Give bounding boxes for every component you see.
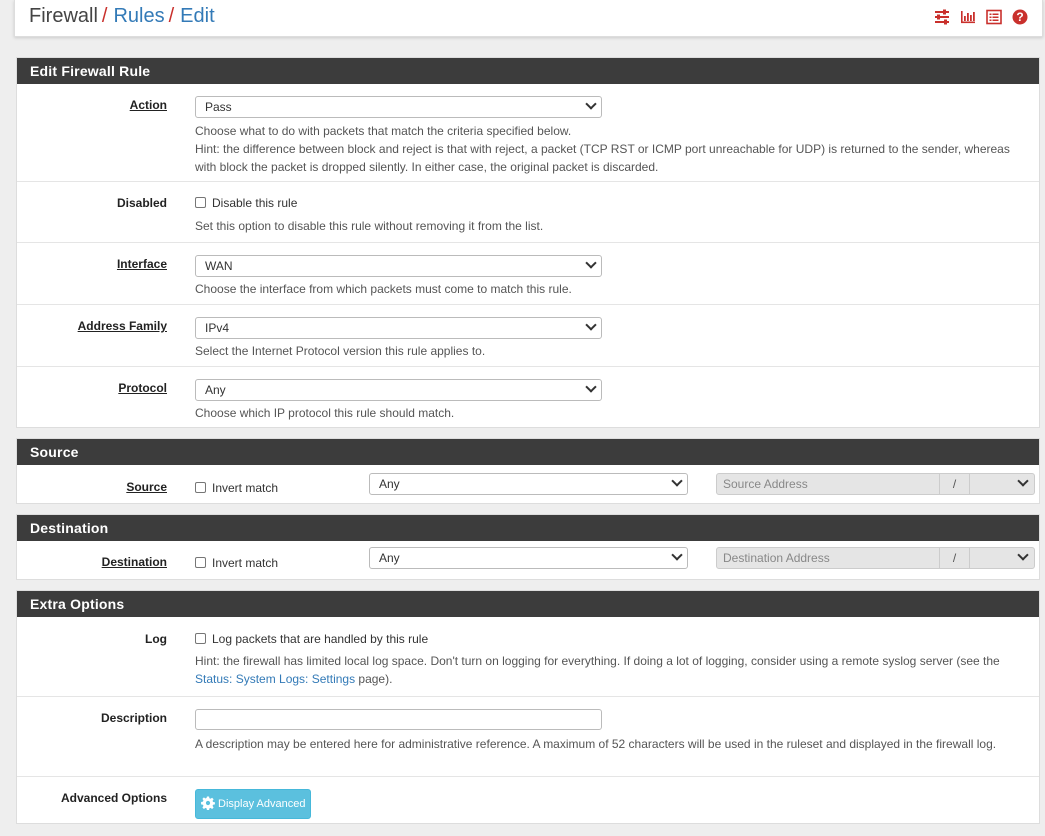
destination-invert-checkbox[interactable] bbox=[195, 557, 206, 569]
protocol-select-value: Any bbox=[205, 383, 226, 397]
breadcrumb-separator: / bbox=[168, 5, 175, 27]
source-type-select[interactable]: Any bbox=[369, 473, 688, 495]
action-label: Action bbox=[129, 98, 167, 112]
destination-mask-select[interactable] bbox=[969, 547, 1035, 569]
gear-icon bbox=[201, 795, 215, 813]
disabled-help: Set this option to disable this rule wit… bbox=[195, 219, 544, 233]
panel-heading: Source bbox=[17, 439, 1039, 465]
destination-slash: / bbox=[940, 547, 969, 569]
address-family-select[interactable]: IPv4 bbox=[195, 317, 602, 339]
interface-row: Interface WAN Choose the interface from … bbox=[17, 243, 1039, 305]
interface-select-value: WAN bbox=[205, 259, 233, 273]
interface-select[interactable]: WAN bbox=[195, 255, 602, 277]
chevron-down-icon bbox=[585, 98, 597, 110]
destination-row: Destination Invert match Any Destination… bbox=[17, 541, 1039, 579]
source-invert-checkbox[interactable] bbox=[195, 482, 206, 494]
source-panel: Source Source Invert match Any Source Ad… bbox=[16, 438, 1040, 504]
extra-options-panel: Extra Options Log Log packets that are h… bbox=[16, 590, 1040, 824]
log-row: Log Log packets that are handled by this… bbox=[17, 617, 1039, 697]
address-family-row: Address Family IPv4 Select the Internet … bbox=[17, 305, 1039, 367]
source-mask-select[interactable] bbox=[969, 473, 1035, 495]
disabled-checkbox-group: Disable this rule bbox=[195, 195, 297, 210]
list-icon[interactable] bbox=[986, 9, 1002, 25]
chevron-down-icon bbox=[1017, 549, 1029, 561]
action-help-text: Choose what to do with packets that matc… bbox=[195, 124, 572, 138]
chevron-down-icon bbox=[1017, 475, 1029, 487]
log-checkbox-group: Log packets that are handled by this rul… bbox=[195, 631, 428, 646]
breadcrumb-rules-link[interactable]: Rules bbox=[113, 5, 164, 27]
display-advanced-button[interactable]: Display Advanced bbox=[195, 789, 312, 819]
action-row: Action Pass Choose what to do with packe… bbox=[17, 84, 1039, 182]
description-help: A description may be entered here for ad… bbox=[195, 737, 997, 751]
disabled-checkbox[interactable] bbox=[195, 197, 206, 209]
source-address-input[interactable]: Source Address bbox=[716, 473, 940, 495]
action-select[interactable]: Pass bbox=[195, 96, 602, 118]
description-row: Description A description may be entered… bbox=[17, 697, 1039, 777]
chevron-down-icon bbox=[671, 475, 683, 487]
log-label: Log bbox=[145, 632, 167, 646]
system-logs-settings-link[interactable]: Status: System Logs: Settings bbox=[195, 672, 355, 686]
breadcrumb-firewall: Firewall bbox=[29, 5, 98, 27]
chevron-down-icon bbox=[585, 381, 597, 393]
chevron-down-icon bbox=[585, 257, 597, 269]
breadcrumb-bar: Firewall / Rules / Edit ? bbox=[14, 0, 1043, 37]
breadcrumb-edit-link[interactable]: Edit bbox=[180, 5, 214, 27]
advanced-label: Advanced Options bbox=[60, 791, 167, 805]
advanced-row: Advanced Options Display Advanced bbox=[17, 777, 1039, 824]
destination-type-value: Any bbox=[379, 551, 400, 565]
description-label: Description bbox=[100, 711, 167, 725]
destination-panel: Destination Destination Invert match Any… bbox=[16, 514, 1040, 580]
disabled-row: Disabled Disable this rule Set this opti… bbox=[17, 182, 1039, 243]
protocol-help: Choose which IP protocol this rule shoul… bbox=[195, 406, 455, 420]
log-checkbox-label[interactable]: Log packets that are handled by this rul… bbox=[212, 632, 428, 646]
destination-address-input[interactable]: Destination Address bbox=[716, 547, 940, 569]
breadcrumb-separator: / bbox=[101, 5, 108, 27]
bar-chart-icon[interactable] bbox=[960, 9, 976, 25]
interface-label: Interface bbox=[116, 257, 167, 271]
log-help-prefix: Hint: the firewall has limited local log… bbox=[195, 654, 1000, 668]
protocol-select[interactable]: Any bbox=[195, 379, 602, 401]
panel-heading: Edit Firewall Rule bbox=[17, 58, 1039, 84]
help-icon[interactable]: ? bbox=[1012, 9, 1028, 25]
action-help: Choose what to do with packets that matc… bbox=[195, 122, 1025, 176]
breadcrumb: Firewall / Rules / Edit bbox=[29, 5, 215, 28]
source-invert-group: Invert match bbox=[195, 480, 278, 495]
action-hint-text: Hint: the difference between block and r… bbox=[195, 142, 1010, 174]
log-help-suffix: page). bbox=[355, 672, 393, 686]
top-icons: ? bbox=[934, 9, 1028, 25]
log-checkbox[interactable] bbox=[195, 633, 206, 645]
log-help: Hint: the firewall has limited local log… bbox=[195, 652, 1025, 688]
protocol-row: Protocol Any Choose which IP protocol th… bbox=[17, 367, 1039, 428]
source-type-value: Any bbox=[379, 477, 400, 491]
address-family-help: Select the Internet Protocol version thi… bbox=[195, 344, 486, 358]
svg-text:?: ? bbox=[1016, 10, 1023, 24]
display-advanced-label: Display Advanced bbox=[218, 798, 306, 810]
source-invert-label[interactable]: Invert match bbox=[212, 481, 278, 495]
address-family-label: Address Family bbox=[77, 319, 167, 333]
disabled-label: Disabled bbox=[116, 196, 167, 210]
destination-invert-label[interactable]: Invert match bbox=[212, 556, 278, 570]
source-row: Source Invert match Any Source Address / bbox=[17, 465, 1039, 503]
action-select-value: Pass bbox=[205, 100, 232, 114]
chevron-down-icon bbox=[585, 319, 597, 331]
destination-invert-group: Invert match bbox=[195, 555, 278, 570]
protocol-label: Protocol bbox=[118, 381, 167, 395]
source-slash: / bbox=[940, 473, 969, 495]
panel-heading: Destination bbox=[17, 515, 1039, 541]
disabled-checkbox-label[interactable]: Disable this rule bbox=[212, 196, 297, 210]
source-label: Source bbox=[126, 480, 167, 494]
destination-label: Destination bbox=[101, 555, 167, 569]
interface-help: Choose the interface from which packets … bbox=[195, 282, 572, 296]
edit-rule-panel: Edit Firewall Rule Action Pass Choose wh… bbox=[16, 57, 1040, 428]
sliders-icon[interactable] bbox=[934, 9, 950, 25]
description-input[interactable] bbox=[195, 709, 602, 730]
chevron-down-icon bbox=[671, 549, 683, 561]
address-family-select-value: IPv4 bbox=[205, 321, 230, 335]
destination-type-select[interactable]: Any bbox=[369, 547, 688, 569]
panel-heading: Extra Options bbox=[17, 591, 1039, 617]
